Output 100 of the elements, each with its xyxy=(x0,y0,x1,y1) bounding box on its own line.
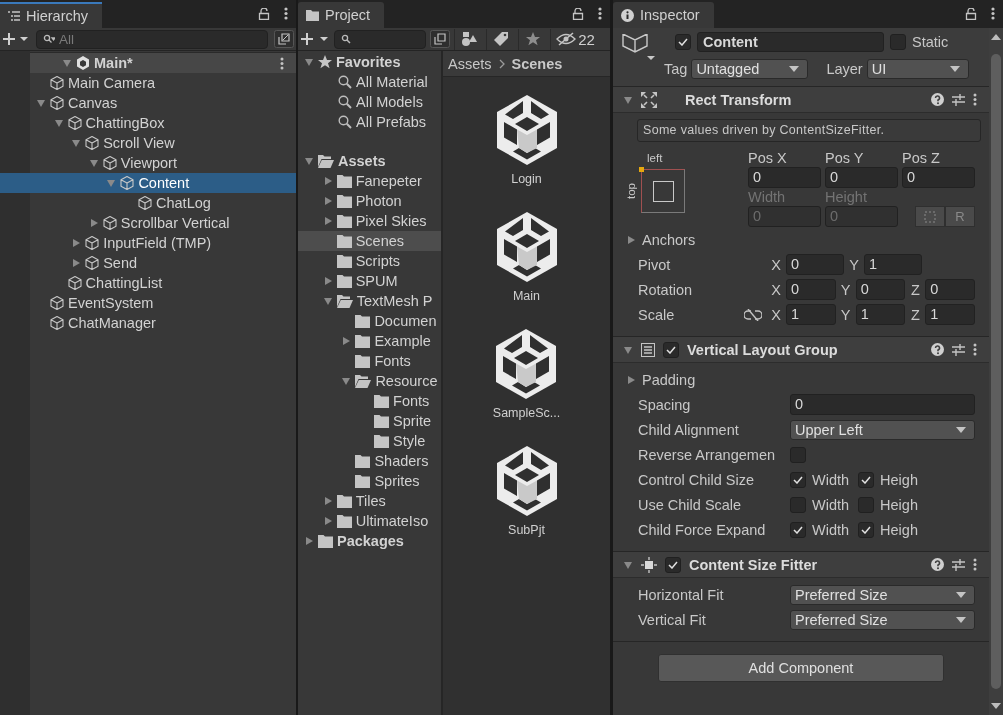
checkbox[interactable] xyxy=(858,496,875,513)
hierarchy-item[interactable]: ChatManager xyxy=(0,313,296,333)
expand-arrow-icon[interactable] xyxy=(53,118,64,128)
expand-arrow-icon[interactable] xyxy=(304,156,314,166)
search-options-icon[interactable] xyxy=(430,30,450,48)
scene-row[interactable]: Main* xyxy=(30,52,296,73)
lock-icon[interactable] xyxy=(258,7,270,20)
sliders-icon[interactable] xyxy=(952,558,965,571)
expand-arrow-icon[interactable] xyxy=(322,196,333,206)
folder-item[interactable]: Fonts xyxy=(298,391,441,411)
favorite-search-item[interactable]: All Material xyxy=(298,72,441,92)
expand-arrow-icon[interactable] xyxy=(71,238,82,248)
expand-arrow-icon[interactable] xyxy=(322,176,333,186)
number-field[interactable]: 0 xyxy=(925,279,975,300)
expand-arrow-icon[interactable] xyxy=(623,94,633,105)
checkbox[interactable] xyxy=(790,521,806,538)
expand-arrow-icon[interactable] xyxy=(322,276,333,286)
expand-arrow-icon[interactable] xyxy=(88,158,99,168)
blueprint-mode-button[interactable] xyxy=(915,206,945,227)
project-tab[interactable]: Project xyxy=(298,2,385,28)
folder-item[interactable]: Documen xyxy=(298,311,441,331)
lock-icon[interactable] xyxy=(572,7,584,20)
folder-item[interactable]: Fanepeter xyxy=(298,171,441,191)
expand-arrow-icon[interactable] xyxy=(322,296,333,306)
dropdown[interactable]: Preferred Size xyxy=(790,584,975,605)
hierarchy-item[interactable]: Scroll View xyxy=(0,133,296,153)
folder-item[interactable]: Resource xyxy=(298,371,441,391)
cube-icon[interactable] xyxy=(496,329,557,399)
checkbox[interactable] xyxy=(790,471,806,488)
checkbox[interactable] xyxy=(790,496,806,513)
expand-arrow-icon[interactable] xyxy=(623,559,633,570)
number-field[interactable]: 0 xyxy=(902,167,975,188)
folder-item[interactable]: Scenes xyxy=(298,231,441,251)
search-options-icon[interactable] xyxy=(274,30,294,48)
more-menu-icon[interactable] xyxy=(973,558,977,571)
foldout[interactable]: Padding xyxy=(623,367,981,392)
folder-item[interactable]: Fonts xyxy=(298,351,441,371)
hidden-packages-button[interactable]: 22 xyxy=(550,28,600,50)
number-field[interactable]: 1 xyxy=(925,304,975,325)
scroll-up-icon[interactable] xyxy=(991,34,1001,40)
number-field[interactable]: 0 xyxy=(825,167,898,188)
component-header[interactable]: Rect Transform xyxy=(613,87,989,113)
more-menu-icon[interactable] xyxy=(973,343,977,356)
number-field[interactable]: 1 xyxy=(864,254,922,275)
layer-dropdown[interactable]: UI xyxy=(866,59,969,79)
static-checkbox[interactable] xyxy=(890,34,906,50)
expand-arrow-icon[interactable] xyxy=(304,536,314,546)
cube-icon[interactable] xyxy=(496,446,557,516)
cube-icon[interactable] xyxy=(496,95,557,165)
folder-item[interactable]: SPUM xyxy=(298,271,441,291)
hierarchy-item[interactable]: ChattingList xyxy=(0,273,296,293)
foldout[interactable]: Anchors xyxy=(623,227,981,252)
component-header[interactable]: Vertical Layout Group xyxy=(613,337,989,363)
hierarchy-item[interactable]: InputField (TMP) xyxy=(0,233,296,253)
dropdown[interactable]: Upper Left xyxy=(790,419,975,440)
expand-arrow-icon[interactable] xyxy=(88,218,99,228)
component-header[interactable]: Content Size Fitter xyxy=(613,552,989,578)
add-dropdown-icon[interactable] xyxy=(2,32,30,46)
help-icon[interactable] xyxy=(931,558,944,571)
add-dropdown-icon[interactable] xyxy=(300,32,330,46)
expand-arrow-icon[interactable] xyxy=(626,234,636,245)
folder-item[interactable]: Sprites xyxy=(298,471,441,491)
expand-arrow-icon[interactable] xyxy=(322,516,333,526)
folder-item[interactable]: Assets xyxy=(298,151,441,171)
scroll-down-icon[interactable] xyxy=(991,703,1001,709)
folder-item[interactable]: Packages xyxy=(298,531,441,551)
checkbox[interactable] xyxy=(858,521,875,538)
inspector-tab[interactable]: Inspector xyxy=(613,2,714,28)
sliders-icon[interactable] xyxy=(952,343,965,356)
folder-item[interactable]: UltimateIso xyxy=(298,511,441,531)
folder-item[interactable]: Sprite xyxy=(298,411,441,431)
expand-arrow-icon[interactable] xyxy=(623,344,633,355)
expand-arrow-icon[interactable] xyxy=(36,98,46,108)
number-field[interactable]: 0 xyxy=(748,167,821,188)
more-menu-icon[interactable] xyxy=(284,7,288,20)
checkbox[interactable] xyxy=(790,446,806,463)
scrollbar[interactable] xyxy=(989,28,1003,715)
expand-arrow-icon[interactable] xyxy=(62,58,72,68)
folder-item[interactable]: Pixel Skies xyxy=(298,211,441,231)
hierarchy-tab[interactable]: Hierarchy xyxy=(0,2,103,28)
hierarchy-item[interactable]: Canvas xyxy=(0,93,296,113)
folder-item[interactable]: Tiles xyxy=(298,491,441,511)
enabled-checkbox[interactable] xyxy=(665,556,681,573)
help-icon[interactable] xyxy=(931,93,944,106)
number-field[interactable]: 1 xyxy=(786,304,836,325)
expand-arrow-icon[interactable] xyxy=(341,336,352,346)
hierarchy-item[interactable]: Content xyxy=(0,173,296,193)
active-checkbox[interactable] xyxy=(675,34,691,50)
add-component-button[interactable]: Add Component xyxy=(658,654,944,682)
sliders-icon[interactable] xyxy=(952,93,965,106)
number-field[interactable]: 0 xyxy=(855,279,906,300)
breadcrumb-link[interactable]: Assets xyxy=(448,55,492,72)
dropdown[interactable]: Preferred Size xyxy=(790,609,975,630)
hierarchy-item[interactable]: ChattingBox xyxy=(0,113,296,133)
expand-arrow-icon[interactable] xyxy=(322,216,333,226)
hierarchy-item[interactable]: Scrollbar Vertical xyxy=(0,213,296,233)
folder-item[interactable]: Scripts xyxy=(298,251,441,271)
number-field[interactable]: 0 xyxy=(786,279,836,300)
hierarchy-item[interactable]: ChatLog xyxy=(0,193,296,213)
search-field[interactable] xyxy=(334,29,426,49)
